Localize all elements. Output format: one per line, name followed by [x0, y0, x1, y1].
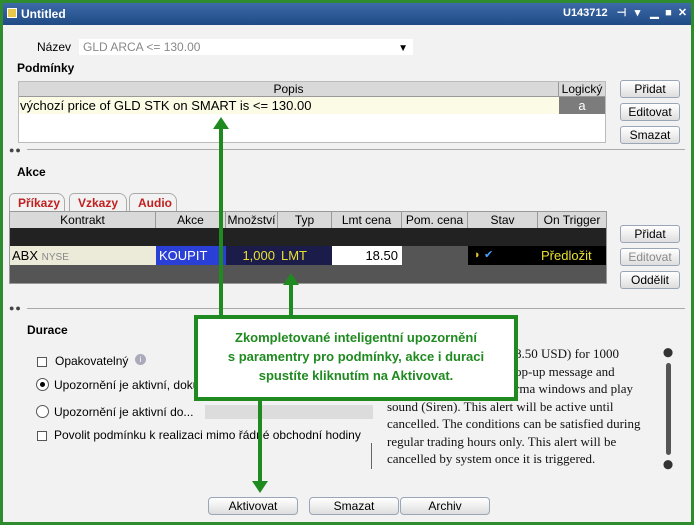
info-icon[interactable]: i	[135, 354, 146, 365]
scroll-thumb[interactable]	[666, 363, 671, 455]
condition-description: výchozí price of GLD STK on SMART is <= …	[20, 98, 312, 113]
summary-line: regular trading hours only. This alert w…	[387, 433, 617, 449]
col-contract[interactable]: Kontrakt	[10, 212, 156, 228]
active-until-cancelled-label: Upozornění je aktivní, doku	[54, 378, 200, 392]
add-order-button[interactable]: Přidat	[620, 225, 680, 243]
minimize-icon[interactable]: ▁	[648, 7, 661, 20]
status-transmit-icon: ◗	[474, 249, 481, 261]
annotation-arrow-up	[283, 273, 299, 285]
order-status[interactable]: ◗ ✔	[468, 246, 538, 265]
order-on-trigger[interactable]: Předložit	[538, 246, 606, 265]
outside-hours-checkbox[interactable]	[37, 431, 47, 441]
orders-table: Kontrakt Akce Množství Typ Lmt cena Pom.…	[9, 211, 607, 284]
date-field[interactable]	[205, 405, 373, 419]
conditions-title: Podmínky	[17, 61, 75, 75]
divider	[27, 308, 685, 309]
pin-icon[interactable]: ⊣	[615, 7, 628, 20]
outside-hours-label: Povolit podmínku k realizaci mimo řádné …	[54, 428, 361, 442]
splitter-handle[interactable]: ●●	[9, 145, 22, 155]
duration-title: Durace	[27, 323, 68, 337]
summary-line: cancelled. The conditions can be satisfi…	[387, 416, 641, 431]
order-aux-price[interactable]	[402, 246, 468, 265]
col-popis[interactable]: Popis	[19, 82, 559, 97]
dropdown-icon[interactable]: ▾	[631, 7, 644, 20]
col-on-trigger[interactable]: On Trigger	[538, 212, 606, 228]
add-condition-button[interactable]: Přidat	[620, 80, 680, 98]
callout-line: Zkompletované inteligentní upozornění	[235, 330, 477, 345]
condition-logical[interactable]: a	[559, 97, 605, 114]
repeatable-label: Opakovatelný	[55, 354, 129, 368]
order-limit-price[interactable]: 18.50	[332, 246, 402, 265]
summary-line: cancelled by system once it is triggered…	[387, 451, 596, 466]
conditions-header: Popis Logický	[19, 82, 605, 97]
col-quantity[interactable]: Množství	[226, 212, 278, 228]
maximize-icon[interactable]: ■	[662, 7, 675, 20]
tab-audio[interactable]: Audio	[129, 193, 177, 211]
splitter-handle[interactable]: ●●	[9, 303, 22, 313]
summary-scrollbar[interactable]: ⬤ ⬤	[663, 347, 673, 470]
annotation-arrow-down	[252, 481, 268, 493]
col-aux-price[interactable]: Pom. cena	[402, 212, 468, 228]
conditions-table: Popis Logický výchozí price of GLD STK o…	[18, 81, 606, 143]
annotation-line-activate	[258, 399, 262, 483]
callout-line: s paramentry pro podmínky, akce i duraci	[227, 349, 485, 364]
tab-orders[interactable]: Příkazy	[9, 193, 65, 211]
divider	[27, 149, 685, 150]
scroll-down-icon[interactable]: ⬤	[663, 459, 673, 470]
detach-order-button[interactable]: Oddělit	[620, 271, 680, 289]
scroll-up-icon[interactable]: ⬤	[663, 347, 673, 358]
col-status[interactable]: Stav	[468, 212, 538, 228]
annotation-arrow-up	[213, 117, 229, 129]
col-logicky[interactable]: Logický	[559, 82, 605, 97]
activate-button[interactable]: Aktivovat	[208, 497, 298, 515]
name-label: Název	[37, 40, 72, 54]
active-until-cancelled-radio[interactable]	[36, 378, 49, 391]
edit-condition-button[interactable]: Editovat	[620, 103, 680, 121]
active-until-date-radio[interactable]	[36, 405, 49, 418]
col-limit-price[interactable]: Lmt cena	[332, 212, 402, 228]
callout-line: spustíte kliknutím na Aktivovat.	[258, 368, 454, 383]
status-check-icon: ✔	[484, 249, 494, 261]
alert-window: Untitled U143712 ⊣ ▾ ▁ ■ ✕ Název GLD ARC…	[0, 0, 694, 525]
col-type[interactable]: Typ	[278, 212, 332, 228]
order-type[interactable]: LMT	[278, 246, 332, 265]
active-until-date-label: Upozornění je aktivní do...	[54, 405, 194, 419]
name-value: GLD ARCA <= 130.00	[83, 40, 201, 54]
contract-symbol: ABX	[12, 248, 39, 263]
order-action[interactable]: KOUPIT	[156, 246, 226, 265]
archive-button[interactable]: Archiv	[400, 497, 490, 515]
title-bar[interactable]: Untitled U143712 ⊣ ▾ ▁ ■ ✕	[3, 3, 691, 25]
tab-messages[interactable]: Vzkazy	[69, 193, 127, 211]
actions-title: Akce	[17, 165, 46, 179]
contract-exchange: NYSE	[41, 252, 69, 263]
close-icon[interactable]: ✕	[676, 7, 689, 20]
account-id: U143712	[563, 7, 608, 19]
window-title: Untitled	[21, 7, 66, 21]
annotation-callout: Zkompletované inteligentní upozornění s …	[194, 315, 518, 401]
edit-order-button[interactable]: Editovat	[620, 248, 680, 266]
repeatable-checkbox[interactable]	[37, 357, 47, 367]
empty-order-row[interactable]	[10, 265, 606, 283]
summary-divider	[371, 443, 372, 469]
name-select[interactable]: GLD ARCA <= 130.00 ▼	[79, 39, 413, 55]
delete-condition-button[interactable]: Smazat	[620, 126, 680, 144]
delete-button[interactable]: Smazat	[309, 497, 399, 515]
chevron-down-icon[interactable]: ▼	[398, 41, 408, 56]
annotation-line-actions	[289, 285, 293, 317]
app-icon	[7, 8, 17, 18]
annotation-line-conditions	[219, 129, 223, 317]
order-contract[interactable]: ABX NYSE	[10, 246, 156, 265]
orders-header: Kontrakt Akce Množství Typ Lmt cena Pom.…	[10, 212, 606, 228]
col-action[interactable]: Akce	[156, 212, 226, 228]
condition-row[interactable]: výchozí price of GLD STK on SMART is <= …	[19, 97, 605, 114]
order-quantity[interactable]: 1,000	[226, 246, 278, 265]
order-row[interactable]: ABX NYSE KOUPIT 1,000 LMT 18.50 ◗ ✔ Před…	[10, 246, 606, 265]
